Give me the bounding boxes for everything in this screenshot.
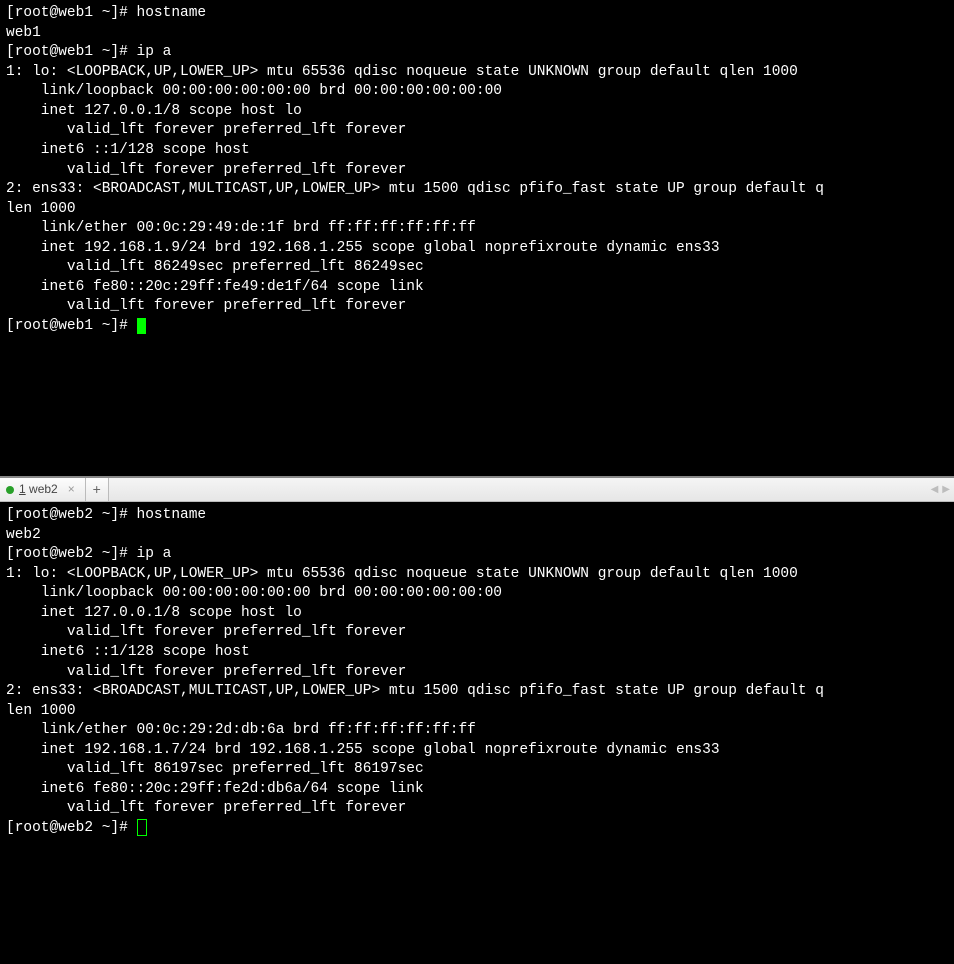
terminal-line: valid_lft forever preferred_lft forever: [6, 121, 948, 141]
terminal-line: link/ether 00:0c:29:49:de:1f brd ff:ff:f…: [6, 219, 948, 239]
tab-web2[interactable]: 1 web2 ×: [0, 478, 86, 501]
terminal-line: 2: ens33: <BROADCAST,MULTICAST,UP,LOWER_…: [6, 180, 948, 200]
terminal-line: valid_lft forever preferred_lft forever: [6, 623, 948, 643]
terminal-pane-web2[interactable]: [root@web2 ~]# hostnameweb2[root@web2 ~]…: [0, 502, 954, 964]
terminal-line: inet6 fe80::20c:29ff:fe2d:db6a/64 scope …: [6, 780, 948, 800]
terminal-line: inet6 ::1/128 scope host: [6, 643, 948, 663]
tab-label: 1 web2: [19, 481, 58, 497]
terminal-line: valid_lft 86249sec preferred_lft 86249se…: [6, 258, 948, 278]
terminal-output-web1[interactable]: [root@web1 ~]# hostnameweb1[root@web1 ~]…: [0, 0, 954, 341]
terminal-output-web2[interactable]: [root@web2 ~]# hostnameweb2[root@web2 ~]…: [0, 502, 954, 843]
terminal-line: link/loopback 00:00:00:00:00:00 brd 00:0…: [6, 82, 948, 102]
terminal-line: 1: lo: <LOOPBACK,UP,LOWER_UP> mtu 65536 …: [6, 565, 948, 585]
terminal-line: valid_lft forever preferred_lft forever: [6, 161, 948, 181]
prompt-line[interactable]: [root@web1 ~]#: [6, 317, 948, 337]
terminal-line: valid_lft 86197sec preferred_lft 86197se…: [6, 760, 948, 780]
terminal-line: inet 192.168.1.7/24 brd 192.168.1.255 sc…: [6, 741, 948, 761]
terminal-line: valid_lft forever preferred_lft forever: [6, 663, 948, 683]
terminal-line: [root@web1 ~]# ip a: [6, 43, 948, 63]
terminal-pane-web1[interactable]: [root@web1 ~]# hostnameweb1[root@web1 ~]…: [0, 0, 954, 478]
terminal-line: len 1000: [6, 200, 948, 220]
terminal-line: inet 127.0.0.1/8 scope host lo: [6, 102, 948, 122]
prompt-line[interactable]: [root@web2 ~]#: [6, 819, 948, 839]
add-tab-button[interactable]: +: [86, 478, 109, 501]
tab-scroll-right-icon[interactable]: ▶: [942, 483, 950, 497]
terminal-line: [root@web2 ~]# hostname: [6, 506, 948, 526]
tab-scroll-controls: ◀ ▶: [931, 478, 950, 501]
terminal-line: [root@web1 ~]# hostname: [6, 4, 948, 24]
terminal-line: 1: lo: <LOOPBACK,UP,LOWER_UP> mtu 65536 …: [6, 63, 948, 83]
terminal-line: web2: [6, 526, 948, 546]
session-tab-bar: 1 web2 × + ◀ ▶: [0, 478, 954, 502]
cursor-icon: [137, 318, 146, 334]
terminal-line: len 1000: [6, 702, 948, 722]
cursor-icon: [137, 819, 147, 836]
terminal-line: [root@web2 ~]# ip a: [6, 545, 948, 565]
close-icon[interactable]: ×: [66, 481, 77, 497]
terminal-line: link/ether 00:0c:29:2d:db:6a brd ff:ff:f…: [6, 721, 948, 741]
terminal-line: link/loopback 00:00:00:00:00:00 brd 00:0…: [6, 584, 948, 604]
terminal-line: web1: [6, 24, 948, 44]
split-terminal-window: [root@web1 ~]# hostnameweb1[root@web1 ~]…: [0, 0, 954, 964]
status-indicator-icon: [6, 486, 14, 494]
terminal-line: inet6 ::1/128 scope host: [6, 141, 948, 161]
terminal-line: 2: ens33: <BROADCAST,MULTICAST,UP,LOWER_…: [6, 682, 948, 702]
terminal-line: valid_lft forever preferred_lft forever: [6, 799, 948, 819]
terminal-line: valid_lft forever preferred_lft forever: [6, 297, 948, 317]
terminal-line: inet 192.168.1.9/24 brd 192.168.1.255 sc…: [6, 239, 948, 259]
terminal-line: inet6 fe80::20c:29ff:fe49:de1f/64 scope …: [6, 278, 948, 298]
terminal-line: inet 127.0.0.1/8 scope host lo: [6, 604, 948, 624]
tab-scroll-left-icon[interactable]: ◀: [931, 483, 939, 497]
